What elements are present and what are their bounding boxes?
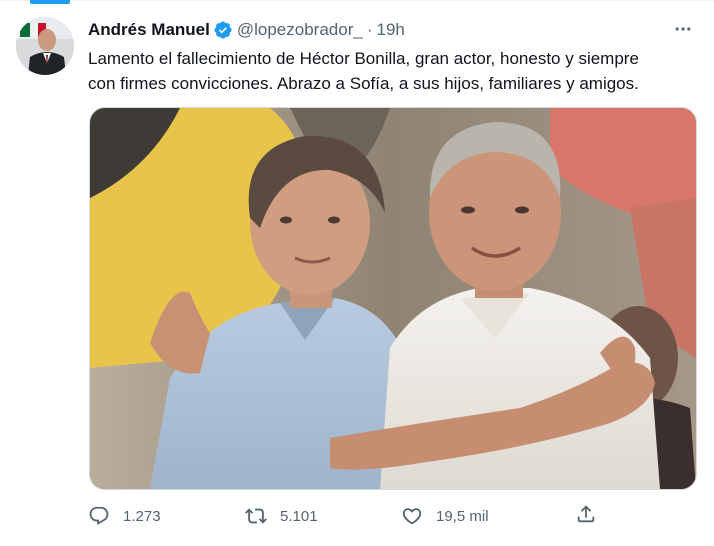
retweet-button[interactable]: 5.101 bbox=[245, 502, 318, 530]
like-button[interactable]: 19,5 mil bbox=[401, 502, 489, 530]
photo-image bbox=[90, 108, 696, 489]
share-button[interactable] bbox=[575, 502, 599, 530]
author-handle[interactable]: @lopezobrador_ bbox=[237, 20, 363, 40]
like-count: 19,5 mil bbox=[436, 507, 489, 525]
tweet-text: Lamento el fallecimiento de Héctor Bonil… bbox=[88, 49, 639, 93]
more-icon[interactable] bbox=[672, 18, 694, 40]
tweet-card[interactable]: Andrés Manuel @lopezobrador_ · 19h Lamen… bbox=[0, 0, 714, 546]
retweet-icon bbox=[245, 505, 267, 527]
comment-icon bbox=[88, 505, 110, 527]
avatar-image bbox=[16, 17, 74, 75]
tweet-timestamp[interactable]: 19h bbox=[376, 20, 404, 40]
author-name[interactable]: Andrés Manuel bbox=[88, 20, 210, 40]
avatar[interactable] bbox=[16, 17, 74, 75]
retweet-count: 5.101 bbox=[280, 507, 318, 525]
separator-dot: · bbox=[366, 20, 373, 39]
tweet-actions: 1.273 5.101 19,5 mil bbox=[88, 502, 608, 530]
reply-button[interactable]: 1.273 bbox=[88, 502, 161, 530]
verified-badge-icon bbox=[213, 20, 233, 40]
share-icon bbox=[575, 503, 597, 530]
tweet-header: Andrés Manuel @lopezobrador_ · 19h bbox=[88, 18, 698, 42]
tweet-photo[interactable] bbox=[89, 107, 697, 490]
heart-icon bbox=[401, 505, 423, 527]
reply-count: 1.273 bbox=[123, 507, 161, 525]
